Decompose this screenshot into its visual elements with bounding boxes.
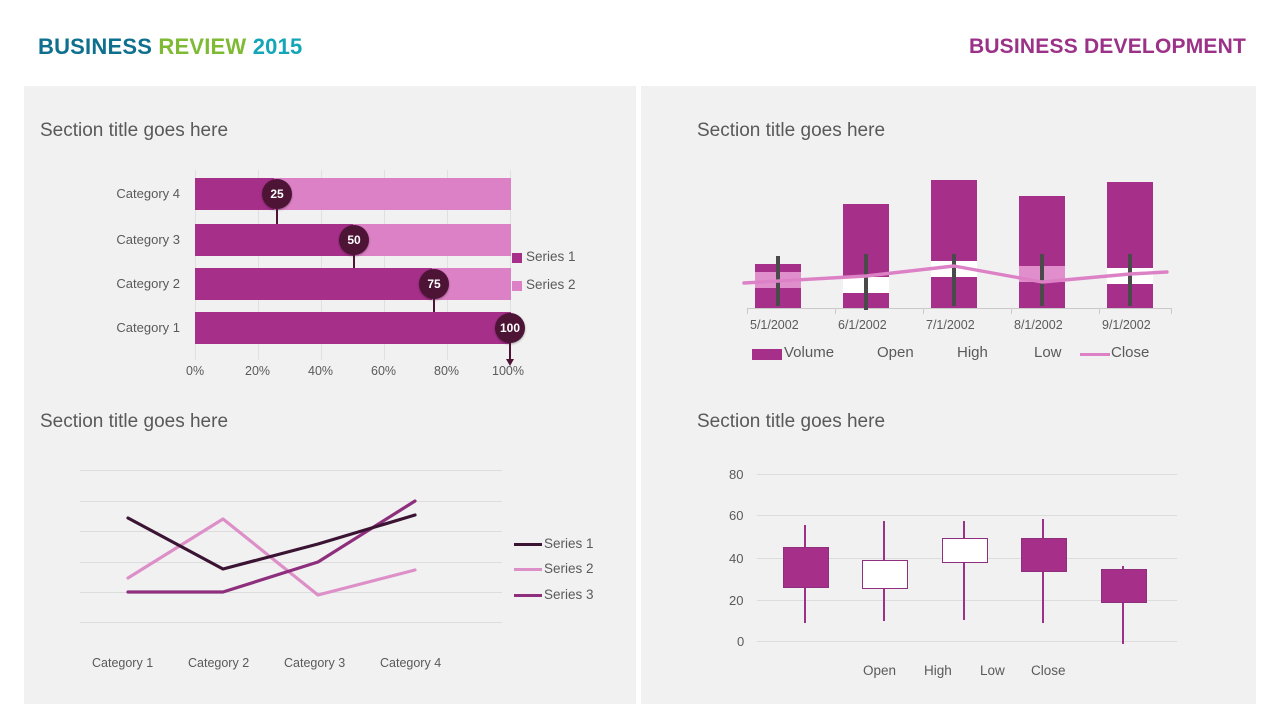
line-xtick: Category 2 xyxy=(188,656,250,670)
line-series1-path xyxy=(126,513,417,571)
bar-xtick: 80% xyxy=(434,364,460,378)
close-line-path xyxy=(742,264,1169,285)
candle-body xyxy=(942,538,988,563)
bar-xtick: 0% xyxy=(186,364,205,378)
candle-ytick: 0 xyxy=(737,634,745,649)
candle-gridline xyxy=(757,515,1177,516)
top-right-section-title: Section title goes here xyxy=(697,120,886,141)
bar-category-label: Category 4 xyxy=(116,186,180,201)
close-line-svg xyxy=(742,264,1169,285)
legend-label-series1: Series 1 xyxy=(526,249,576,264)
candlestick-chart: 80 60 40 20 0 Open High Low Close xyxy=(697,450,1217,690)
brand-word-year: 2015 xyxy=(252,34,303,59)
bottom-left-section-title: Section title goes here xyxy=(40,411,229,432)
candle-ytick: 80 xyxy=(729,467,744,482)
legend-label-series2: Series 2 xyxy=(544,561,594,576)
bottom-right-section-title: Section title goes here xyxy=(697,411,886,432)
vol-xtick: 5/1/2002 xyxy=(750,318,799,332)
candle-gridline xyxy=(757,474,1177,475)
legend-label-open: Open xyxy=(863,663,897,678)
candle-gridline xyxy=(757,641,1177,642)
brand-word-review: REVIEW xyxy=(158,34,247,59)
department-title: BUSINESS DEVELOPMENT xyxy=(968,35,1246,58)
page-header: BUSINESS REVIEW 2015 BUSINESS DEVELOPMEN… xyxy=(0,0,1280,84)
legend-swatch-series1 xyxy=(512,253,522,263)
bar-value-bubble: 75 xyxy=(419,269,449,299)
legend-label-low: Low xyxy=(980,663,1005,678)
bar-value-bubble: 50 xyxy=(339,225,369,255)
legend-label-open: Open xyxy=(877,344,914,361)
bar-value-bubble: 100 xyxy=(495,313,525,343)
legend-swatch-series2 xyxy=(512,281,522,291)
candle-wick xyxy=(963,521,965,620)
top-left-section-title: Section title goes here xyxy=(40,120,229,141)
bar-xtick: 40% xyxy=(308,364,334,378)
brand-word-business: BUSINESS xyxy=(38,34,153,59)
bar-series1-segment xyxy=(195,224,353,256)
bar-xtick: 20% xyxy=(245,364,271,378)
legend-swatch-volume xyxy=(752,349,782,360)
bar-series1-segment xyxy=(195,312,511,344)
line-xtick: Category 1 xyxy=(92,656,154,670)
bubble-stem xyxy=(509,342,511,360)
legend-label-low: Low xyxy=(1034,344,1062,361)
horizontal-bar-chart: Category 4 25 Category 3 50 Category 2 7… xyxy=(40,160,600,390)
legend-label-close: Close xyxy=(1111,344,1150,361)
candle-body xyxy=(783,547,829,588)
bar-series1-segment xyxy=(195,268,432,300)
vol-xtick: 8/1/2002 xyxy=(1014,318,1063,332)
candle-body xyxy=(1021,538,1067,572)
line-xtick: Category 4 xyxy=(380,656,442,670)
legend-label-series1: Series 1 xyxy=(544,536,594,551)
legend-label-close: Close xyxy=(1031,663,1066,678)
legend-label-volume: Volume xyxy=(784,344,835,361)
legend-label-series2: Series 2 xyxy=(526,277,576,292)
candle-body xyxy=(862,560,908,589)
bar-category-label: Category 1 xyxy=(116,320,180,335)
line-xtick: Category 3 xyxy=(284,656,346,670)
legend-label-series3: Series 3 xyxy=(544,587,594,602)
brand-title: BUSINESS REVIEW 2015 xyxy=(38,34,302,60)
candle-ytick: 40 xyxy=(729,551,744,566)
legend-swatch-series3 xyxy=(514,594,542,597)
bar-value-bubble: 25 xyxy=(262,179,292,209)
candle-ytick: 20 xyxy=(729,593,744,608)
legend-swatch-series1 xyxy=(514,543,542,546)
candle-body xyxy=(1101,569,1147,603)
legend-label-high: High xyxy=(924,663,952,678)
bar-category-label: Category 3 xyxy=(116,232,180,247)
vol-xtick: 9/1/2002 xyxy=(1102,318,1151,332)
line-series3-path xyxy=(126,499,417,594)
vol-xtick: 6/1/2002 xyxy=(838,318,887,332)
bar-xtick: 60% xyxy=(371,364,397,378)
legend-swatch-series2 xyxy=(514,568,542,571)
legend-swatch-close xyxy=(1080,353,1110,356)
bar-category-label: Category 2 xyxy=(116,276,180,291)
bar-xtick: 100% xyxy=(492,364,524,378)
volume-ohlc-chart: 5/1/2002 6/1/2002 7/1/2002 8/1/2002 9/1/… xyxy=(697,160,1197,370)
candle-ytick: 60 xyxy=(729,508,744,523)
legend-label-high: High xyxy=(957,344,988,361)
vol-xtick: 7/1/2002 xyxy=(926,318,975,332)
multi-line-chart: Category 1 Category 2 Category 3 Categor… xyxy=(40,450,600,685)
